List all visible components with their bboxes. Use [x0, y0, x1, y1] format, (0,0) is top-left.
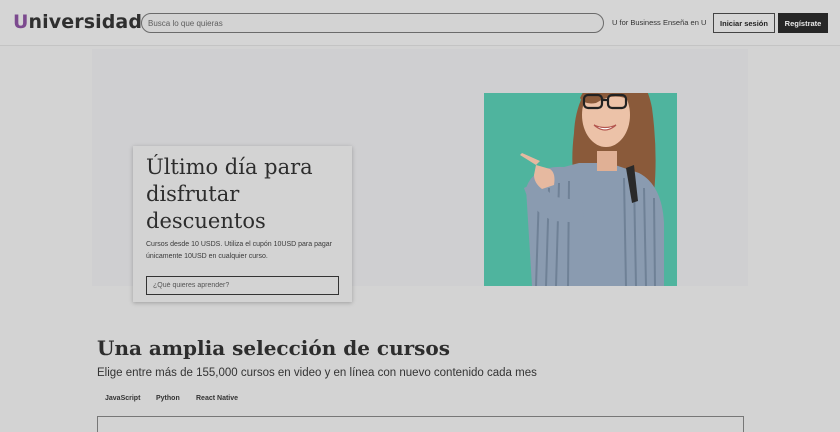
hero-title: Último día para disfrutar descuentos: [146, 155, 313, 233]
logo-text: niversidad: [28, 11, 143, 33]
tab-react-native[interactable]: React Native: [196, 395, 238, 402]
course-list-panel: [97, 416, 744, 432]
hero-promo-card: Último día para disfrutar descuentos Cur…: [133, 146, 352, 302]
courses-subtitle: Elige entre más de 155,000 cursos en vid…: [97, 367, 537, 379]
courses-title: Una amplia selección de cursos: [97, 336, 451, 360]
logo-letter-u: U: [13, 11, 29, 33]
hero-description: Cursos desde 10 USDS. Utiliza el cupón 1…: [146, 241, 332, 260]
tab-javascript[interactable]: JavaScript: [105, 395, 140, 402]
business-link[interactable]: U for Business: [612, 18, 661, 27]
hero-woman-photo: [484, 93, 677, 286]
tab-python[interactable]: Python: [156, 395, 180, 402]
logo[interactable]: Universidad: [13, 11, 142, 33]
search-input[interactable]: [141, 13, 604, 33]
teach-link[interactable]: Enseña en U: [663, 18, 706, 27]
top-header: Universidad U for Business Enseña en U I…: [0, 0, 840, 46]
signup-button[interactable]: Regístrate: [778, 13, 828, 33]
login-button[interactable]: Iniciar sesión: [713, 13, 775, 33]
hero-search-input[interactable]: [146, 276, 339, 295]
